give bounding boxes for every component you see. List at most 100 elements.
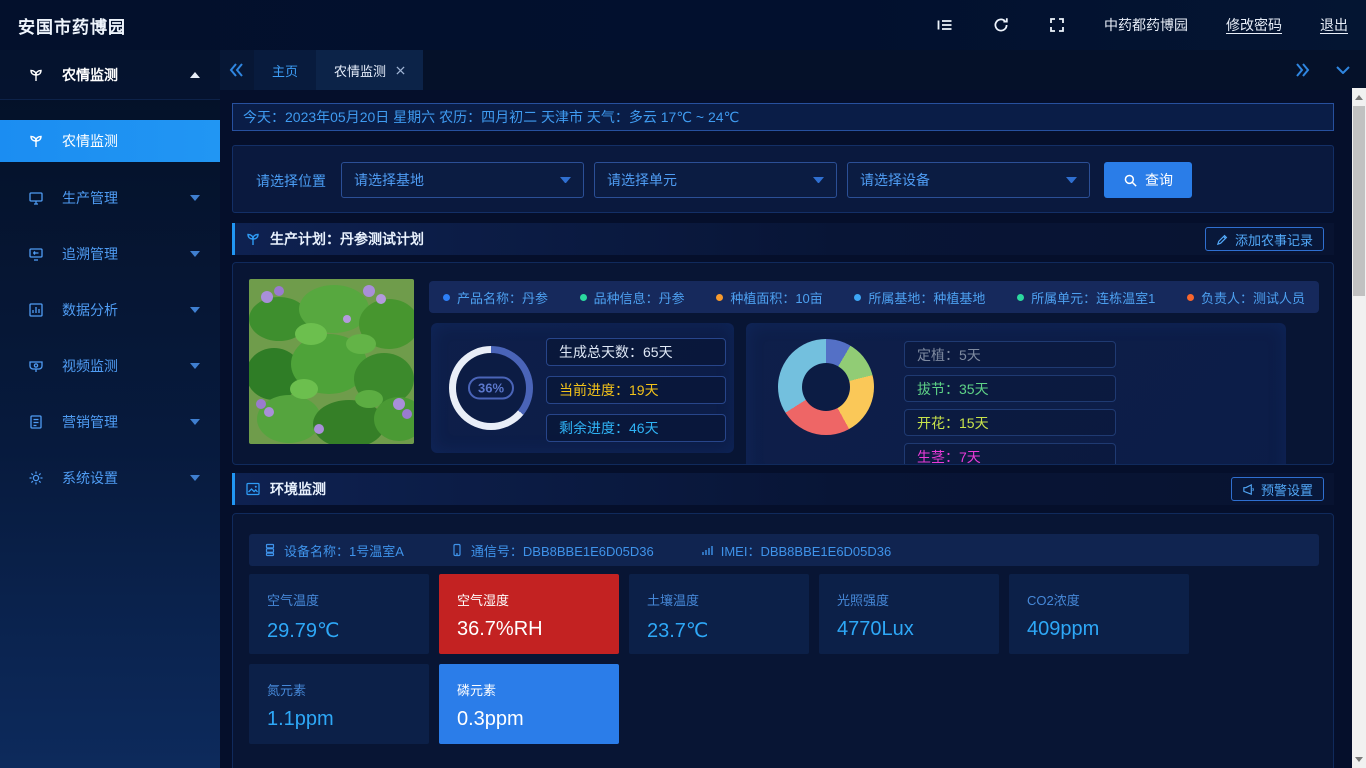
chevron-double-right-icon[interactable]	[1294, 63, 1310, 77]
org-name: 中药都药博园	[1104, 15, 1188, 35]
monitor-icon	[28, 190, 44, 206]
phone-icon	[450, 543, 464, 557]
stage-donut	[778, 339, 874, 435]
date-weather-bar: 今天：2023年05月20日 星期六 农历：四月初二 天津市 天气：多云 17℃…	[232, 103, 1334, 131]
app-frame: 安国市药博园 中药都药博园 修改密码 退出 农情监测	[0, 0, 1366, 768]
refresh-icon[interactable]	[992, 16, 1010, 34]
plant-photo	[249, 279, 414, 444]
main-content: 今天：2023年05月20日 星期六 农历：四月初二 天津市 天气：多云 17℃…	[220, 90, 1352, 768]
vertical-scrollbar[interactable]	[1352, 88, 1366, 768]
tab-home-label: 主页	[272, 61, 298, 80]
image-icon	[245, 481, 261, 497]
sidebar-item-label: 农情监测	[62, 131, 220, 151]
info-unit: 所属单元：连栋温室1	[1017, 288, 1155, 307]
sidebar-item-marketing[interactable]: 营销管理	[0, 402, 220, 442]
sidebar-item-trace[interactable]: 追溯管理	[0, 234, 220, 274]
sensor-card-air-humidity[interactable]: 空气湿度 36.7%RH	[439, 574, 619, 654]
base-select-value: 请选择基地	[354, 170, 424, 190]
change-password-link[interactable]: 修改密码	[1226, 15, 1282, 35]
filter-panel: 请选择位置 请选择基地 请选择单元 请选择设备 查询	[232, 145, 1334, 213]
gear-icon	[28, 470, 44, 486]
query-button-label: 查询	[1145, 170, 1173, 190]
sensor-card-nitrogen[interactable]: 氮元素 1.1ppm	[249, 664, 429, 744]
tab-home[interactable]: 主页	[254, 50, 316, 90]
unit-select-value: 请选择单元	[607, 170, 677, 190]
caret-down-icon	[190, 307, 200, 313]
sensor-card-co2[interactable]: CO2浓度 409ppm	[1009, 574, 1189, 654]
trace-monitor-icon	[28, 246, 44, 262]
info-base: 所属基地：种植基地	[854, 288, 985, 307]
location-label: 请选择位置	[256, 171, 326, 191]
sensor-label: 光照强度	[837, 590, 999, 609]
env-section-title: 环境监测	[270, 479, 326, 499]
scroll-up-arrow-icon[interactable]	[1352, 90, 1366, 104]
sidebar-item-label: 追溯管理	[62, 244, 190, 264]
device-select[interactable]: 请选择设备	[847, 162, 1090, 198]
device-select-value: 请选择设备	[860, 170, 930, 190]
camera-icon	[28, 358, 44, 374]
chevron-double-left-icon[interactable]	[220, 50, 254, 90]
dot-icon	[1017, 294, 1024, 301]
caret-down-icon	[190, 475, 200, 481]
base-select[interactable]: 请选择基地	[341, 162, 584, 198]
caret-down-icon	[190, 363, 200, 369]
sensor-card-light[interactable]: 光照强度 4770Lux	[819, 574, 999, 654]
scroll-down-arrow-icon[interactable]	[1352, 752, 1366, 766]
caret-down-icon	[1066, 177, 1077, 184]
add-farm-record-button[interactable]: 添加农事记录	[1205, 227, 1324, 251]
sensor-value: 4770Lux	[837, 618, 999, 641]
logout-link[interactable]: 退出	[1320, 15, 1348, 35]
scrollbar-thumb[interactable]	[1353, 106, 1365, 296]
tab-controls	[1294, 63, 1366, 77]
fullscreen-icon[interactable]	[1048, 16, 1066, 34]
device-comm-number: 通信号：DBB8BBE1E6D05D36	[450, 541, 654, 560]
progress-ring: 36%	[449, 346, 533, 430]
remaining-days-box: 剩余进度：46天	[546, 414, 726, 442]
sidebar-item-agri-monitor[interactable]: 农情监测	[0, 120, 220, 162]
alert-settings-button[interactable]: 预警设置	[1231, 477, 1324, 501]
query-button[interactable]: 查询	[1104, 162, 1192, 198]
sidebar-item-production[interactable]: 生产管理	[0, 178, 220, 218]
sensor-card-soil-temp[interactable]: 土壤温度 23.7℃	[629, 574, 809, 654]
sidebar-item-settings[interactable]: 系统设置	[0, 458, 220, 498]
sensor-cards: 空气温度 29.79℃ 空气湿度 36.7%RH 土壤温度 23.7℃ 光照强度…	[249, 574, 1319, 744]
alert-settings-label: 预警设置	[1261, 480, 1313, 499]
caret-down-icon	[560, 177, 571, 184]
close-icon[interactable]	[396, 66, 405, 75]
info-product-name: 产品名称：丹参	[443, 288, 548, 307]
stage-box: 定植：5天	[904, 341, 1116, 368]
unit-select[interactable]: 请选择单元	[594, 162, 837, 198]
info-manager: 负责人：测试人员	[1187, 288, 1305, 307]
plan-info-strip: 产品名称：丹参 品种信息：丹参 种植面积：10亩 所属基地：种植基地 所属单元：…	[429, 281, 1319, 313]
sensor-label: CO2浓度	[1027, 590, 1189, 609]
device-name: 设备名称：1号温室A	[263, 541, 404, 560]
current-days-box: 当前进度：19天	[546, 376, 726, 404]
plan-section-header: 生产计划：丹参测试计划 添加农事记录	[232, 223, 1334, 255]
progress-subpanel: 36% 生成总天数：65天 当前进度：19天 剩余进度：46天	[431, 323, 734, 453]
sensor-value: 36.7%RH	[457, 618, 619, 641]
sidebar-item-video[interactable]: 视频监测	[0, 346, 220, 386]
sidebar-item-data-analysis[interactable]: 数据分析	[0, 290, 220, 330]
signal-icon	[700, 543, 714, 557]
sidebar-item-label: 视频监测	[62, 356, 190, 376]
sensor-label: 土壤温度	[647, 590, 809, 609]
caret-up-icon	[190, 72, 200, 78]
info-variety: 品种信息：丹参	[580, 288, 685, 307]
chevron-down-icon[interactable]	[1336, 66, 1350, 74]
sensor-card-phosphorus[interactable]: 磷元素 0.3ppm	[439, 664, 619, 744]
document-icon	[28, 414, 44, 430]
stage-box: 拔节：35天	[904, 375, 1116, 402]
sidebar: 农情监测 农情监测 生产管理 追溯管理	[0, 50, 220, 768]
info-area: 种植面积：10亩	[716, 288, 822, 307]
sensor-card-air-temp[interactable]: 空气温度 29.79℃	[249, 574, 429, 654]
tab-agri-monitor[interactable]: 农情监测	[316, 50, 423, 90]
log-icon[interactable]	[936, 16, 954, 34]
sidebar-group-agri-monitor[interactable]: 农情监测	[0, 50, 220, 100]
sidebar-item-label: 生产管理	[62, 188, 190, 208]
stage-subpanel: 定植：5天 拔节：35天 开花：15天 生茎：7天	[746, 323, 1286, 465]
stage-box: 生茎：7天	[904, 443, 1116, 465]
total-days-box: 生成总天数：65天	[546, 338, 726, 366]
sidebar-item-label: 数据分析	[62, 300, 190, 320]
dot-icon	[1187, 294, 1194, 301]
dot-icon	[716, 294, 723, 301]
